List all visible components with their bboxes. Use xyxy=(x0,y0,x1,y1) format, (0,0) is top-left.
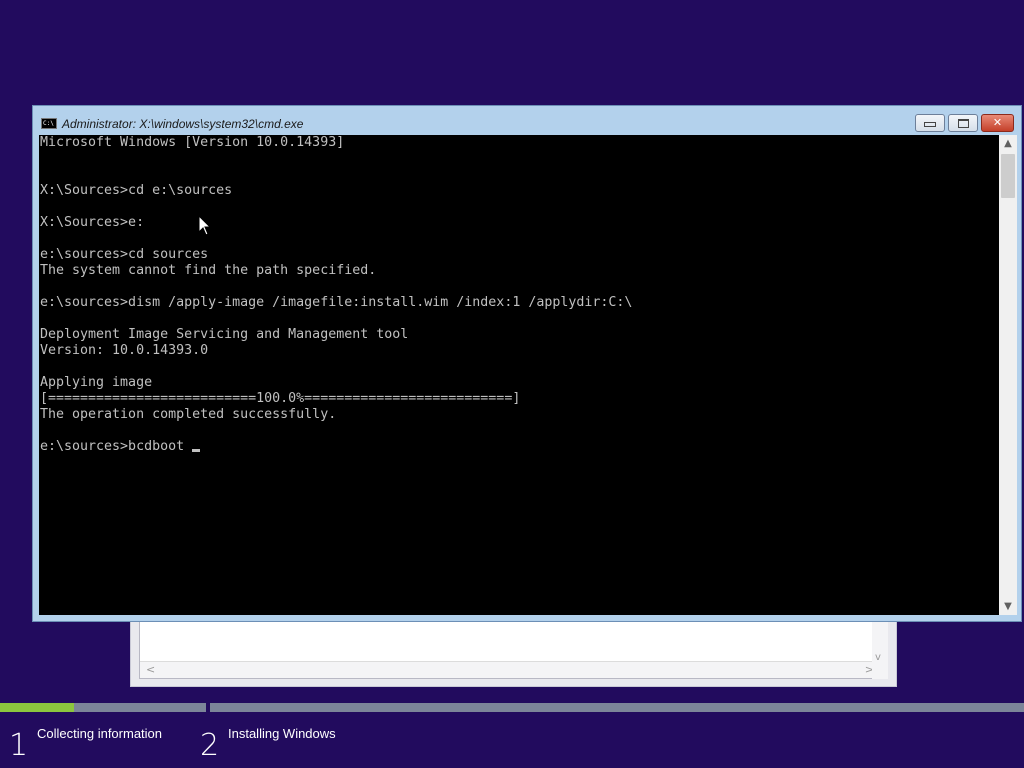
cmd-icon: C:\ xyxy=(41,118,57,129)
title-bar[interactable]: C:\ Administrator: X:\windows\system32\c… xyxy=(33,106,1021,136)
setup-window-background: < > v xyxy=(130,612,897,687)
minimize-icon xyxy=(924,122,936,127)
scroll-up-icon[interactable]: ▲ xyxy=(999,135,1017,152)
close-button[interactable]: ✕ xyxy=(981,114,1014,132)
console-line-text: X:\Sources>e: xyxy=(40,215,145,230)
setup-progress-bar xyxy=(0,703,1024,712)
progress-fill xyxy=(0,703,75,712)
minimize-button[interactable] xyxy=(915,114,945,132)
console-text: Microsoft Windows [Version 10.0.14393] X:… xyxy=(39,135,999,455)
vertical-scrollbar[interactable]: v xyxy=(872,613,888,679)
console-line-text: Deployment Image Servicing and Managemen… xyxy=(40,327,409,342)
console-scrollbar[interactable]: ▲ ▼ xyxy=(999,135,1017,615)
close-icon: ✕ xyxy=(992,116,1003,129)
console-line: [==========================100.0%=======… xyxy=(40,391,999,407)
setup-list-box[interactable]: < > xyxy=(139,613,881,679)
scroll-left-icon[interactable]: < xyxy=(146,662,155,678)
step-label-installing: Installing Windows xyxy=(228,726,336,741)
console-line-text: Version: 10.0.14393.0 xyxy=(40,343,209,358)
step-label-collecting: Collecting information xyxy=(37,726,163,741)
console-output[interactable]: Microsoft Windows [Version 10.0.14393] X:… xyxy=(39,135,999,615)
console-line-text: The operation completed successfully. xyxy=(40,407,337,422)
console-line: The operation completed successfully. xyxy=(40,407,999,423)
console-line: e:\sources>cd sources xyxy=(40,247,999,263)
console-line-text: Applying image xyxy=(40,375,153,390)
maximize-icon xyxy=(957,119,969,128)
console-line-text: Microsoft Windows [Version 10.0.14393] xyxy=(40,135,345,150)
text-cursor xyxy=(192,449,201,452)
window-title: Administrator: X:\windows\system32\cmd.e… xyxy=(62,117,304,131)
scrollbar-thumb[interactable] xyxy=(1001,154,1015,198)
console-line-text: X:\Sources>cd e:\sources xyxy=(40,183,233,198)
scroll-down-icon[interactable]: v xyxy=(875,652,881,663)
scroll-down-icon[interactable]: ▼ xyxy=(999,598,1017,615)
console-line-text: e:\sources>dism /apply-image /imagefile:… xyxy=(40,295,633,310)
console-line: Applying image xyxy=(40,375,999,391)
console-line: Microsoft Windows [Version 10.0.14393] xyxy=(40,135,999,151)
maximize-button[interactable] xyxy=(948,114,978,132)
console-line: e:\sources>bcdboot xyxy=(40,439,999,455)
progress-segment-step2 xyxy=(210,703,1024,712)
cmd-window[interactable]: C:\ Administrator: X:\windows\system32\c… xyxy=(32,105,1022,622)
console-line: Version: 10.0.14393.0 xyxy=(40,343,999,359)
step-number-2: 2 xyxy=(200,728,220,763)
step-number-1: 1 xyxy=(9,728,29,763)
console-line: Deployment Image Servicing and Managemen… xyxy=(40,327,999,343)
console-line-text: [==========================100.0%=======… xyxy=(40,391,521,406)
mouse-pointer-icon xyxy=(198,215,212,236)
console-line: X:\Sources>e: xyxy=(40,215,999,231)
console-line-text: e:\sources>cd sources xyxy=(40,247,209,262)
progress-segment-step1 xyxy=(0,703,206,712)
console-line-text: The system cannot find the path specifie… xyxy=(40,263,377,278)
console-line: The system cannot find the path specifie… xyxy=(40,263,999,279)
console-line-text: e:\sources>bcdboot xyxy=(40,439,193,454)
console-line: X:\Sources>cd e:\sources xyxy=(40,183,999,199)
horizontal-scrollbar[interactable]: < > xyxy=(140,661,880,678)
console-line: e:\sources>dism /apply-image /imagefile:… xyxy=(40,295,999,311)
